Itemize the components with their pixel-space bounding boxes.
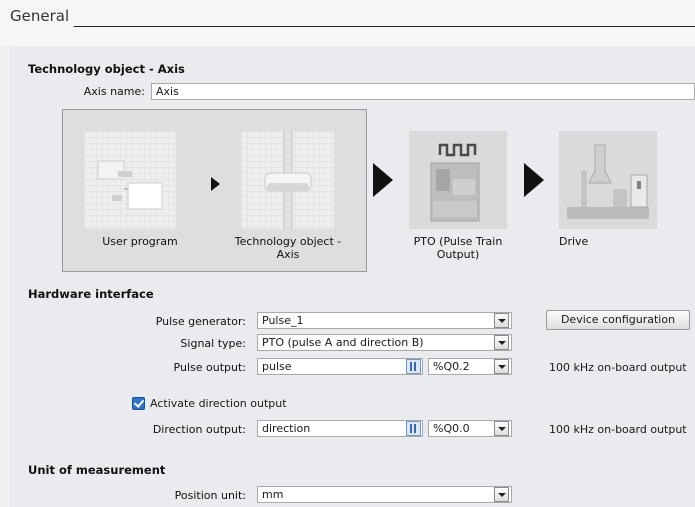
section-title-unit-of-measurement: Unit of measurement — [28, 463, 166, 477]
pulse-generator-value: Pulse_1 — [262, 314, 304, 327]
pulse-output-label: Pulse output: — [173, 361, 246, 374]
signal-type-select[interactable]: PTO (pulse A and direction B) — [257, 334, 512, 351]
arrow-icon — [524, 163, 544, 197]
chevron-down-icon[interactable] — [494, 313, 509, 328]
device-configuration-button[interactable]: Device configuration — [546, 310, 690, 330]
direction-output-label: Direction output: — [152, 423, 246, 436]
activate-direction-label: Activate direction output — [150, 397, 287, 410]
technology-object-tile — [241, 130, 334, 230]
activate-direction-checkbox[interactable] — [132, 397, 145, 410]
pulse-output-address: %Q0.2 — [433, 360, 470, 373]
pto-caption: PTO (Pulse Train Output) — [395, 235, 521, 261]
pulse-output-info: 100 kHz on-board output — [549, 361, 687, 374]
axis-name-field[interactable]: Axis — [151, 83, 695, 100]
position-unit-label: Position unit: — [174, 489, 246, 502]
axis-icon — [241, 130, 334, 230]
direction-output-value: direction — [262, 422, 311, 435]
signal-type-label: Signal type: — [180, 337, 246, 350]
direction-output-address: %Q0.0 — [433, 422, 470, 435]
technology-object-caption-line1: Technology object - — [234, 235, 342, 248]
chevron-down-icon[interactable] — [494, 421, 509, 436]
chevron-down-icon[interactable] — [494, 487, 509, 502]
signal-type-value: PTO (pulse A and direction B) — [262, 336, 424, 349]
direction-output-field[interactable]: direction — [257, 420, 423, 437]
user-program-tile — [84, 131, 176, 229]
technology-object-caption: Technology object - Axis — [228, 235, 348, 261]
chevron-down-icon[interactable] — [494, 359, 509, 374]
drive-icon — [559, 131, 657, 229]
section-title-technology-object: Technology object - Axis — [28, 62, 185, 76]
pto-caption-line1: PTO (Pulse Train — [413, 235, 503, 248]
user-program-icon — [84, 131, 176, 229]
drive-tile — [559, 131, 657, 229]
tag-list-icon[interactable] — [406, 359, 421, 374]
pto-tile — [409, 131, 507, 229]
arrow-icon — [373, 163, 393, 197]
tag-list-icon[interactable] — [406, 421, 421, 436]
technology-object-caption-line2: Axis — [276, 248, 300, 261]
header-band — [0, 0, 695, 46]
pulse-output-field[interactable]: pulse — [257, 358, 423, 375]
position-unit-value: mm — [262, 488, 284, 501]
drive-caption: Drive — [559, 235, 589, 248]
arrow-icon — [211, 177, 220, 191]
pto-caption-line2: Output) — [436, 248, 480, 261]
page-title: General — [10, 7, 70, 25]
chevron-down-icon[interactable] — [494, 335, 509, 350]
title-divider — [74, 26, 695, 27]
section-title-hardware-interface: Hardware interface — [28, 287, 154, 301]
pulse-generator-label: Pulse generator: — [155, 315, 246, 328]
axis-name-label: Axis name: — [83, 85, 145, 98]
pulse-output-value: pulse — [262, 360, 292, 373]
pulse-train-icon — [409, 131, 507, 229]
direction-output-info: 100 kHz on-board output — [549, 423, 687, 436]
pulse-generator-select[interactable]: Pulse_1 — [257, 312, 512, 329]
position-unit-select[interactable]: mm — [257, 486, 512, 503]
user-program-caption: User program — [102, 235, 178, 248]
